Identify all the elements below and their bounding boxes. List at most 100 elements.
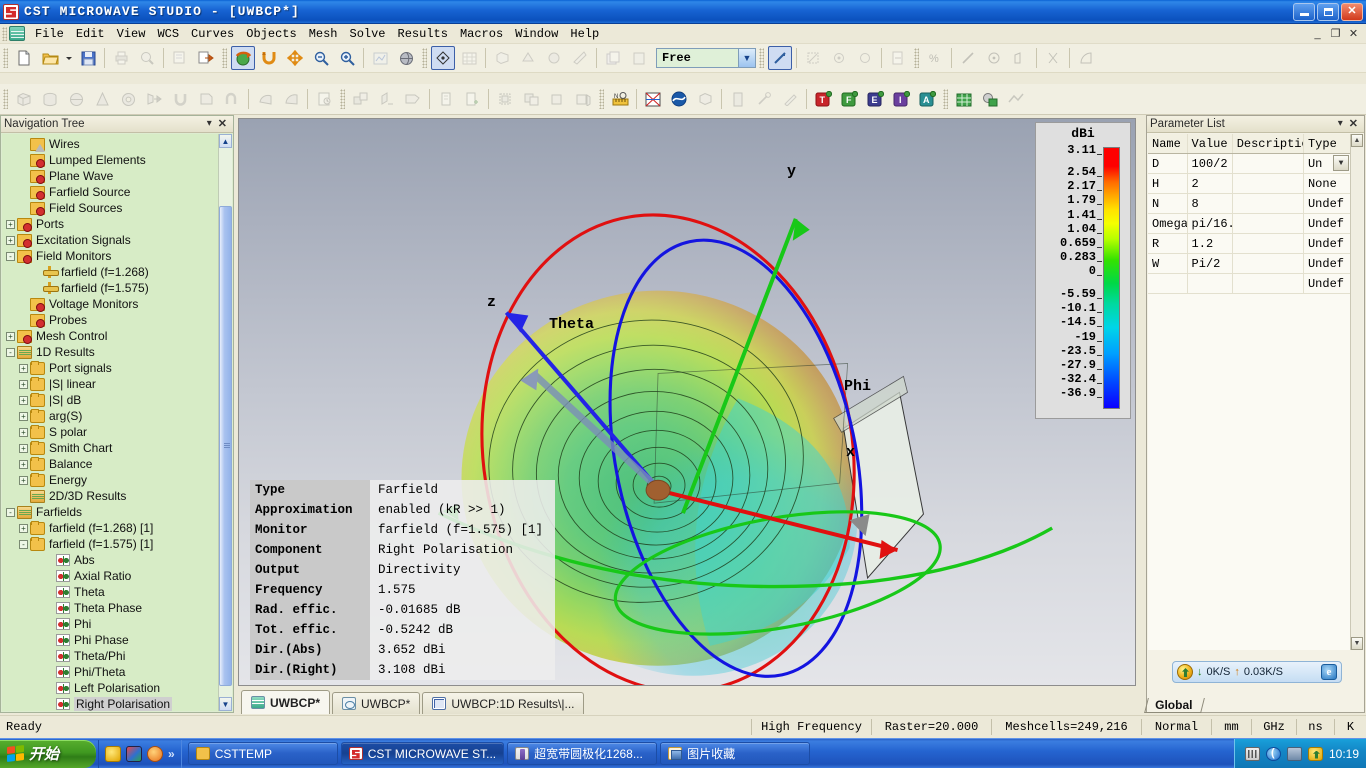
menu-curves[interactable]: Curves [185, 25, 240, 43]
tree-item-right-polarisation[interactable]: Right Polarisation [2, 696, 218, 711]
expand-icon[interactable]: + [6, 235, 15, 245]
results-icon[interactable] [1004, 87, 1028, 111]
tree-item-probes[interactable]: Probes [2, 312, 218, 328]
percent-icon[interactable]: % [923, 46, 947, 70]
tree-item-2d-3d-results[interactable]: 2D/3D Results [2, 488, 218, 504]
toolbar-grip-8[interactable] [599, 89, 604, 109]
parameter-cell-value[interactable]: 100/2 [1188, 154, 1233, 173]
parameter-row[interactable]: N 8 Undef [1148, 194, 1350, 214]
rotate-plane-icon[interactable] [257, 46, 281, 70]
tree-item-farfield-f-1-268-[interactable]: farfield (f=1.268) [2, 264, 218, 280]
cone-icon[interactable] [90, 87, 114, 111]
cylinder-icon[interactable] [38, 87, 62, 111]
tree-item-excitation-signals[interactable]: + Excitation Signals [2, 232, 218, 248]
scrollbar-thumb[interactable] [219, 206, 232, 686]
parameter-cell-type[interactable]: Undef [1304, 254, 1350, 273]
parameter-cell-type[interactable]: None [1304, 174, 1350, 193]
tree-item-farfield-f-1-575-[interactable]: farfield (f=1.575) [2, 280, 218, 296]
menu-wcs[interactable]: WCS [151, 25, 185, 43]
tree-item-farfield-f-1-268-1-[interactable]: + farfield (f=1.268) [1] [2, 520, 218, 536]
scroll-down-icon[interactable]: ▼ [1351, 637, 1363, 650]
expand-icon[interactable]: + [19, 475, 28, 485]
template-f-icon[interactable]: F [837, 87, 861, 111]
coordinate-mode-select[interactable]: Free ▼ [656, 48, 756, 68]
ie-browser-icon[interactable]: e [1321, 664, 1337, 680]
tree-item-plane-wave[interactable]: Plane Wave [2, 168, 218, 184]
line-icon[interactable] [956, 46, 980, 70]
collapse-icon[interactable]: - [6, 347, 15, 357]
cutplane-icon[interactable] [568, 46, 592, 70]
expand-icon[interactable]: + [19, 379, 28, 389]
tree-item--s-db[interactable]: + |S| dB [2, 392, 218, 408]
navigation-tree-scrollbar[interactable]: ▲ ▼ [218, 134, 232, 711]
collapse-icon[interactable]: - [6, 251, 15, 261]
parameter-row[interactable]: Undef [1148, 274, 1350, 294]
parameter-cell-value[interactable]: 2 [1188, 174, 1233, 193]
toolbar-grip-7[interactable] [340, 89, 345, 109]
blend-icon[interactable] [1074, 46, 1098, 70]
parameter-cell-value[interactable]: pi/16. [1188, 214, 1233, 233]
parameter-row[interactable]: Omega pi/16. Undef [1148, 214, 1350, 234]
scissors-icon[interactable] [1041, 46, 1065, 70]
cut-icon[interactable] [168, 46, 192, 70]
parameter-cell-value[interactable] [1188, 274, 1233, 293]
history-icon[interactable] [312, 87, 336, 111]
parameter-cell-name[interactable]: N [1148, 194, 1188, 213]
mesh-view-icon[interactable] [641, 87, 665, 111]
print-preview-icon[interactable] [135, 46, 159, 70]
parameter-cell-name[interactable]: W [1148, 254, 1188, 273]
template-i-icon[interactable]: I [889, 87, 913, 111]
parameter-cell-type[interactable]: Un ▼ [1304, 154, 1350, 173]
parameter-cell-description[interactable] [1233, 254, 1304, 273]
menu-macros[interactable]: Macros [454, 25, 509, 43]
menu-objects[interactable]: Objects [240, 25, 302, 43]
scroll-down-icon[interactable]: ▼ [219, 697, 232, 711]
doc-tab-1[interactable]: UWBCP* [332, 692, 421, 714]
parameter-cell-name[interactable]: D [1148, 154, 1188, 173]
expand-icon[interactable]: + [19, 395, 28, 405]
tree-item-theta-phase[interactable]: Theta Phase [2, 600, 218, 616]
shell-icon[interactable] [279, 87, 303, 111]
taskbar-item-3[interactable]: 图片收藏 [660, 742, 811, 765]
menu-view[interactable]: View [111, 25, 152, 43]
tree-item-phi-theta[interactable]: Phi/Theta [2, 664, 218, 680]
network-speed-widget[interactable]: ↓ 0K/S ↑ 0.03K/S e [1172, 661, 1342, 683]
rotate-solid-icon[interactable] [168, 87, 192, 111]
mdi-minimize-button[interactable]: _ [1309, 26, 1326, 41]
tree-item-s-polar[interactable]: + S polar [2, 424, 218, 440]
chevron-down-icon[interactable]: ▼ [738, 49, 755, 67]
parameter-cell-description[interactable] [1233, 194, 1304, 213]
probe-icon[interactable] [778, 87, 802, 111]
start-button[interactable]: 开始 [0, 739, 96, 768]
tree-item-field-sources[interactable]: Field Sources [2, 200, 218, 216]
taskbar-item-2[interactable]: 超宽带圆极化1268... [507, 742, 658, 765]
sphere-icon[interactable] [64, 87, 88, 111]
parameter-cell-description[interactable] [1233, 154, 1304, 173]
collapse-icon[interactable]: - [6, 507, 15, 517]
mdi-close-button[interactable]: ✕ [1345, 26, 1362, 41]
doc-tab-2[interactable]: UWBCP:1D Results\|... [422, 692, 585, 714]
mdi-document-icon[interactable] [9, 26, 25, 41]
align-icon[interactable] [349, 87, 373, 111]
expand-icon[interactable]: + [6, 331, 15, 341]
import-export-icon[interactable] [194, 46, 218, 70]
working-plane-icon[interactable] [457, 46, 481, 70]
bend-icon[interactable] [253, 87, 277, 111]
parameter-cell-value[interactable]: 8 [1188, 194, 1233, 213]
shield-quick-icon[interactable] [105, 745, 121, 762]
open-dropdown-icon[interactable] [64, 46, 74, 70]
expand-icon[interactable]: + [19, 459, 28, 469]
chevron-down-icon[interactable]: ▼ [1333, 155, 1349, 171]
taskbar-item-0[interactable]: CSTTEMP [187, 742, 338, 765]
parameter-cell-type[interactable]: Undef [1304, 194, 1350, 213]
tree-item-port-signals[interactable]: + Port signals [2, 360, 218, 376]
extrude-icon[interactable] [142, 87, 166, 111]
trace-icon[interactable] [853, 46, 877, 70]
pan-icon[interactable] [283, 46, 307, 70]
scroll-up-icon[interactable]: ▲ [1351, 134, 1363, 147]
shape-a-icon[interactable] [545, 87, 569, 111]
minimize-button[interactable] [1293, 2, 1315, 21]
parameter-cell-description[interactable] [1233, 274, 1304, 293]
tree-item-lumped-elements[interactable]: Lumped Elements [2, 152, 218, 168]
tab-global[interactable]: Global [1144, 698, 1206, 713]
